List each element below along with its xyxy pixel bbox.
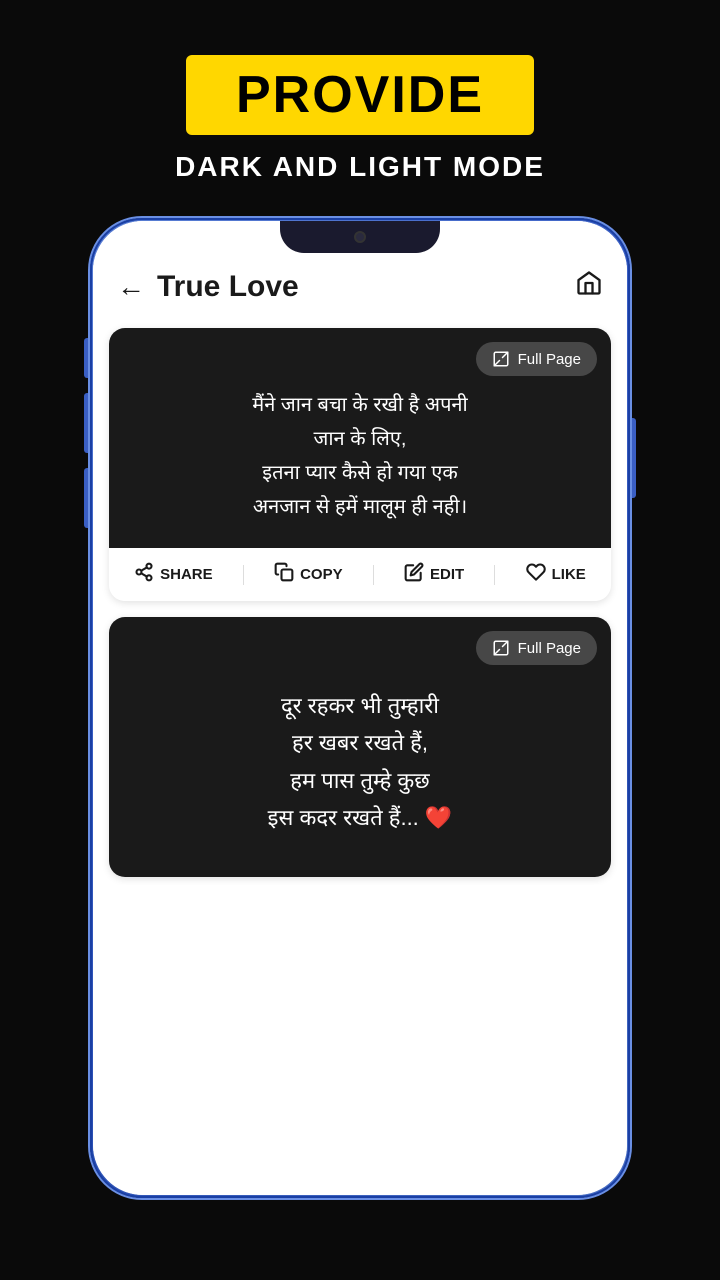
subtitle-text: DARK AND LIGHT MODE bbox=[175, 151, 545, 183]
card-1-bg: Full Page मैंने जान बचा के रखी है अपनी ज… bbox=[109, 328, 611, 548]
full-page-label-2: Full Page bbox=[518, 640, 581, 657]
phone-mockup: ← True Love bbox=[90, 218, 630, 1198]
divider-3 bbox=[494, 565, 495, 585]
edit-icon bbox=[404, 562, 424, 587]
page-title: True Love bbox=[157, 270, 299, 304]
copy-label: COPY bbox=[300, 566, 343, 583]
camera bbox=[354, 231, 366, 243]
card-2-bg: Full Page दूर रहकर भी तुम्हारी हर खबर रख… bbox=[109, 617, 611, 877]
card-2-text: दूर रहकर भी तुम्हारी हर खबर रखते हैं, हम… bbox=[129, 687, 591, 837]
share-button[interactable]: SHARE bbox=[134, 562, 213, 587]
provide-badge: PROVIDE bbox=[186, 55, 534, 135]
phone-inner: ← True Love bbox=[93, 221, 627, 1195]
full-page-label-1: Full Page bbox=[518, 351, 581, 368]
share-label: SHARE bbox=[160, 566, 213, 583]
back-button[interactable]: ← bbox=[117, 271, 145, 303]
screen-content: ← True Love bbox=[93, 221, 627, 1195]
divider-1 bbox=[243, 565, 244, 585]
like-icon bbox=[526, 562, 546, 587]
edit-button[interactable]: EDIT bbox=[404, 562, 464, 587]
divider-2 bbox=[373, 565, 374, 585]
like-label: LIKE bbox=[552, 566, 586, 583]
header-left: ← True Love bbox=[117, 270, 299, 304]
card-2: Full Page दूर रहकर भी तुम्हारी हर खबर रख… bbox=[109, 617, 611, 877]
full-page-button-2[interactable]: Full Page bbox=[476, 631, 597, 665]
top-section: PROVIDE DARK AND LIGHT MODE bbox=[0, 0, 720, 208]
card-1-text: मैंने जान बचा के रखी है अपनी जान के लिए,… bbox=[129, 388, 591, 524]
phone-frame: ← True Love bbox=[90, 218, 630, 1198]
notch bbox=[280, 221, 440, 253]
card-1: Full Page मैंने जान बचा के रखी है अपनी ज… bbox=[109, 328, 611, 601]
cards-container: Full Page मैंने जान बचा के रखी है अपनी ज… bbox=[93, 320, 627, 885]
badge-text: PROVIDE bbox=[236, 66, 484, 124]
copy-icon bbox=[274, 562, 294, 587]
share-icon bbox=[134, 562, 154, 587]
side-button-power bbox=[630, 418, 636, 498]
home-icon[interactable] bbox=[575, 269, 603, 304]
copy-button[interactable]: COPY bbox=[274, 562, 343, 587]
like-button[interactable]: LIKE bbox=[526, 562, 586, 587]
card-1-action-bar: SHARE COPY bbox=[109, 548, 611, 601]
edit-label: EDIT bbox=[430, 566, 464, 583]
full-page-button-1[interactable]: Full Page bbox=[476, 342, 597, 376]
heart-emoji: ❤️ bbox=[425, 805, 452, 830]
